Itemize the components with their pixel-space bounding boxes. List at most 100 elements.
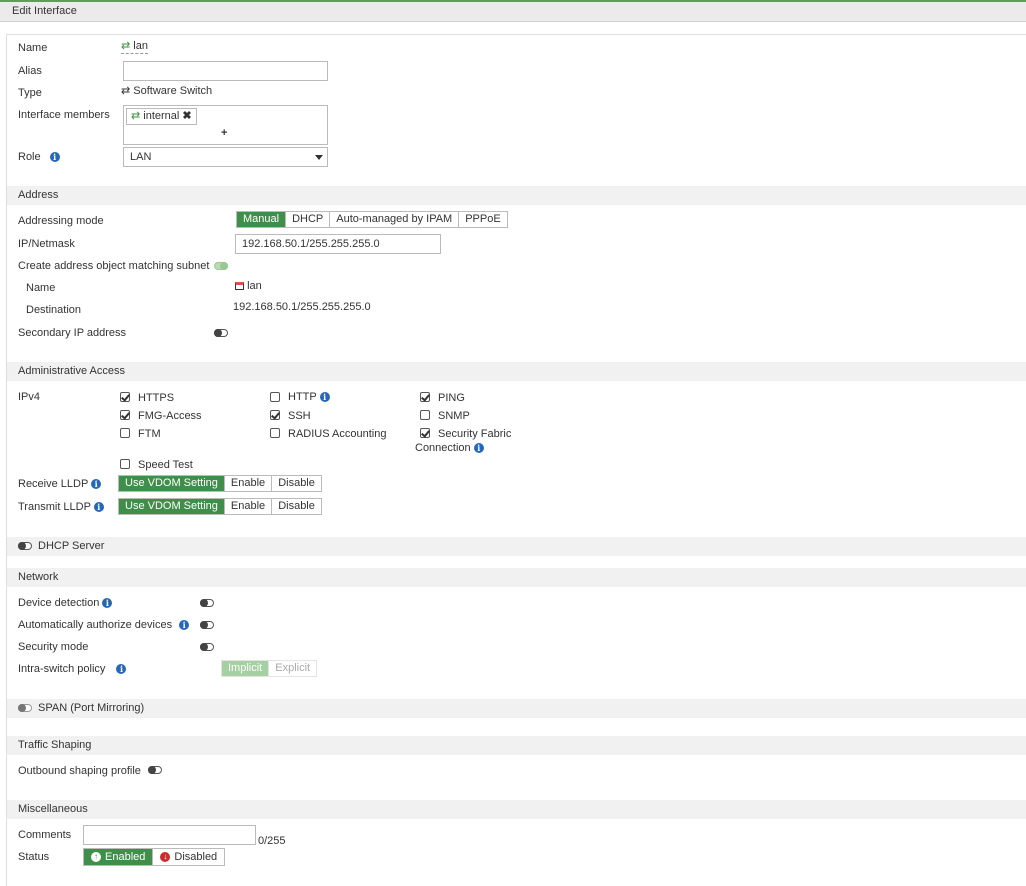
- receive-lldp-enable[interactable]: Enable: [223, 476, 272, 491]
- address-section-header: Address: [7, 186, 1026, 205]
- transmit-lldp-label: Transmit LLDP i: [18, 501, 104, 513]
- span-toggle[interactable]: [18, 704, 32, 712]
- ping-checkbox[interactable]: [420, 392, 430, 402]
- interface-name-link[interactable]: ⇄ lan: [121, 39, 148, 54]
- intra-switch-policy-selector: Implicit Explicit: [221, 660, 318, 677]
- object-name-text: lan: [247, 280, 262, 292]
- info-icon[interactable]: i: [116, 664, 127, 675]
- radius-accounting-label: RADIUS Accounting: [288, 428, 387, 440]
- transmit-lldp-selector[interactable]: Use VDOM Setting Enable Disable: [118, 498, 322, 515]
- info-icon[interactable]: i: [319, 392, 330, 403]
- outbound-shaping-toggle[interactable]: [148, 766, 162, 774]
- ssh-checkbox[interactable]: [270, 410, 280, 420]
- outbound-shaping-label: Outbound shaping profile: [18, 765, 141, 777]
- transmit-lldp-enable[interactable]: Enable: [223, 499, 272, 514]
- mode-manual[interactable]: Manual: [237, 212, 286, 227]
- transmit-lldp-text: Transmit LLDP: [18, 501, 91, 513]
- admin-header-text: Administrative Access: [18, 365, 125, 377]
- receive-lldp-selector[interactable]: Use VDOM Setting Enable Disable: [118, 475, 322, 492]
- ping-label: PING: [438, 392, 465, 404]
- ssh-label: SSH: [288, 410, 311, 422]
- info-icon[interactable]: i: [91, 479, 102, 490]
- object-name-label: Name: [26, 282, 56, 294]
- https-checkbox[interactable]: [120, 392, 130, 402]
- https-label: HTTPS: [138, 392, 175, 404]
- intra-switch-text: Intra-switch policy: [18, 663, 106, 675]
- receive-lldp-disable[interactable]: Disable: [271, 476, 321, 491]
- span-header-text: SPAN (Port Mirroring): [38, 702, 145, 714]
- member-chip-label: internal: [143, 110, 180, 122]
- info-icon[interactable]: i: [102, 598, 113, 609]
- remove-icon[interactable]: ✖: [182, 110, 191, 122]
- radius-accounting-checkbox[interactable]: [270, 428, 280, 438]
- auto-authorize-text: Automatically authorize devices: [18, 619, 173, 631]
- software-switch-icon: ⇄: [121, 40, 131, 52]
- auto-authorize-label: Automatically authorize devices i: [18, 619, 190, 631]
- http-checkbox[interactable]: [270, 392, 280, 402]
- type-value: ⇄ Software Switch: [121, 84, 212, 97]
- info-icon[interactable]: i: [473, 443, 484, 454]
- name-label: Name: [18, 42, 48, 54]
- admin-access-section-header: Administrative Access: [7, 362, 1026, 381]
- addressing-mode-label: Addressing mode: [18, 215, 104, 227]
- role-select-value: LAN: [130, 151, 152, 163]
- device-detection-text: Device detection: [18, 597, 100, 609]
- create-address-object-toggle[interactable]: [214, 262, 228, 270]
- device-detection-toggle[interactable]: [200, 599, 214, 607]
- snmp-label: SNMP: [438, 410, 470, 422]
- fmg-access-checkbox[interactable]: [120, 410, 130, 420]
- role-label-text: Role: [18, 151, 41, 163]
- security-fabric-label-line2: Connection i: [415, 442, 484, 454]
- security-mode-toggle[interactable]: [200, 643, 214, 651]
- member-chip[interactable]: ⇄ internal ✖: [126, 108, 197, 125]
- secondary-ip-toggle[interactable]: [214, 329, 228, 337]
- intra-switch-implicit: Implicit: [222, 661, 269, 676]
- speed-test-label: Speed Test: [138, 459, 193, 471]
- dhcp-server-toggle[interactable]: [18, 542, 32, 550]
- ip-netmask-input[interactable]: [235, 234, 441, 254]
- status-enabled-text: Enabled: [105, 851, 146, 863]
- network-section-header: Network: [7, 568, 1026, 587]
- status-label: Status: [18, 851, 50, 863]
- add-member-button[interactable]: +: [221, 127, 227, 139]
- mode-ipam[interactable]: Auto-managed by IPAM: [329, 212, 459, 227]
- receive-lldp-vdom[interactable]: Use VDOM Setting: [119, 476, 224, 491]
- snmp-checkbox[interactable]: [420, 410, 430, 420]
- ftm-checkbox[interactable]: [120, 428, 130, 438]
- speed-test-checkbox[interactable]: [120, 459, 130, 469]
- dialog-title-bar: Edit Interface: [0, 0, 1026, 22]
- alias-input[interactable]: [123, 61, 328, 81]
- auto-authorize-toggle[interactable]: [200, 621, 214, 629]
- status-enabled-button[interactable]: ↑ Enabled: [84, 849, 153, 865]
- info-icon[interactable]: i: [179, 620, 190, 631]
- type-value-text: Software Switch: [133, 85, 213, 97]
- dhcp-header-text: DHCP Server: [38, 540, 105, 552]
- status-selector[interactable]: ↑ Enabled ↓ Disabled: [83, 848, 226, 866]
- http-label-text: HTTP: [288, 391, 317, 403]
- status-disabled-button[interactable]: ↓ Disabled: [152, 849, 225, 865]
- create-address-object-label: Create address object matching subnet: [18, 260, 210, 272]
- transmit-lldp-vdom[interactable]: Use VDOM Setting: [119, 499, 224, 514]
- info-icon[interactable]: i: [93, 502, 104, 513]
- type-label: Type: [18, 87, 42, 99]
- mode-pppoe[interactable]: PPPoE: [458, 212, 507, 227]
- software-switch-icon: ⇄: [131, 110, 141, 122]
- role-select[interactable]: LAN: [123, 147, 328, 167]
- info-icon[interactable]: i: [49, 152, 60, 163]
- security-fabric-checkbox[interactable]: [420, 428, 430, 438]
- arrow-down-circle-icon: ↓: [160, 852, 171, 862]
- destination-value: 192.168.50.1/255.255.255.0: [233, 301, 371, 313]
- receive-lldp-label: Receive LLDP i: [18, 478, 102, 490]
- comments-char-count: 0/255: [258, 835, 286, 847]
- interface-members-label: Interface members: [18, 109, 110, 121]
- addressing-mode-selector[interactable]: Manual DHCP Auto-managed by IPAM PPPoE: [236, 211, 508, 228]
- comments-textarea[interactable]: [83, 825, 256, 845]
- alias-label: Alias: [18, 65, 42, 77]
- fmg-access-label: FMG-Access: [138, 410, 202, 422]
- address-object-icon: [235, 282, 244, 291]
- ipv4-label: IPv4: [18, 391, 41, 403]
- transmit-lldp-disable[interactable]: Disable: [271, 499, 321, 514]
- receive-lldp-text: Receive LLDP: [18, 478, 89, 490]
- ip-netmask-label: IP/Netmask: [18, 238, 75, 250]
- mode-dhcp[interactable]: DHCP: [285, 212, 330, 227]
